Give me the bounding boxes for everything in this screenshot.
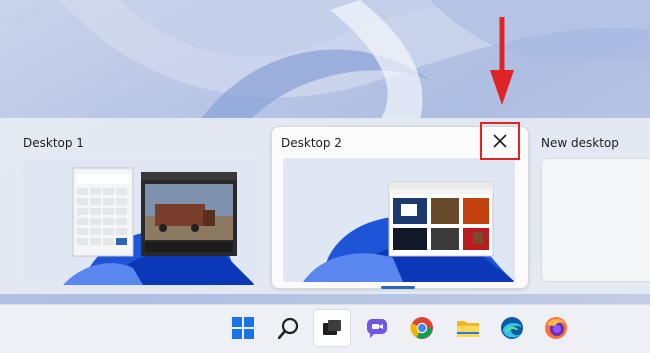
- desktop-2-label: Desktop 2: [281, 136, 342, 150]
- close-icon: [493, 134, 507, 148]
- new-desktop-button[interactable]: [541, 158, 650, 282]
- chat-icon[interactable]: [360, 310, 396, 346]
- close-desktop-button[interactable]: [480, 122, 520, 160]
- chrome-icon[interactable]: [404, 310, 440, 346]
- edge-icon[interactable]: [494, 310, 530, 346]
- new-desktop-label: New desktop: [541, 136, 619, 150]
- desktop-1-label: Desktop 1: [23, 136, 84, 150]
- desktop-2-thumbnail[interactable]: [283, 158, 515, 282]
- task-view-icon[interactable]: [314, 310, 350, 346]
- desktop-1-preview-image: [23, 158, 255, 285]
- start-icon[interactable]: [225, 310, 261, 346]
- desktop-2-preview-image: [283, 158, 515, 282]
- firefox-icon[interactable]: [538, 310, 574, 346]
- desktop-1-thumbnail[interactable]: [23, 158, 255, 285]
- file-explorer-icon[interactable]: [450, 310, 486, 346]
- selected-desktop-indicator: [381, 286, 415, 289]
- search-icon[interactable]: [271, 310, 307, 346]
